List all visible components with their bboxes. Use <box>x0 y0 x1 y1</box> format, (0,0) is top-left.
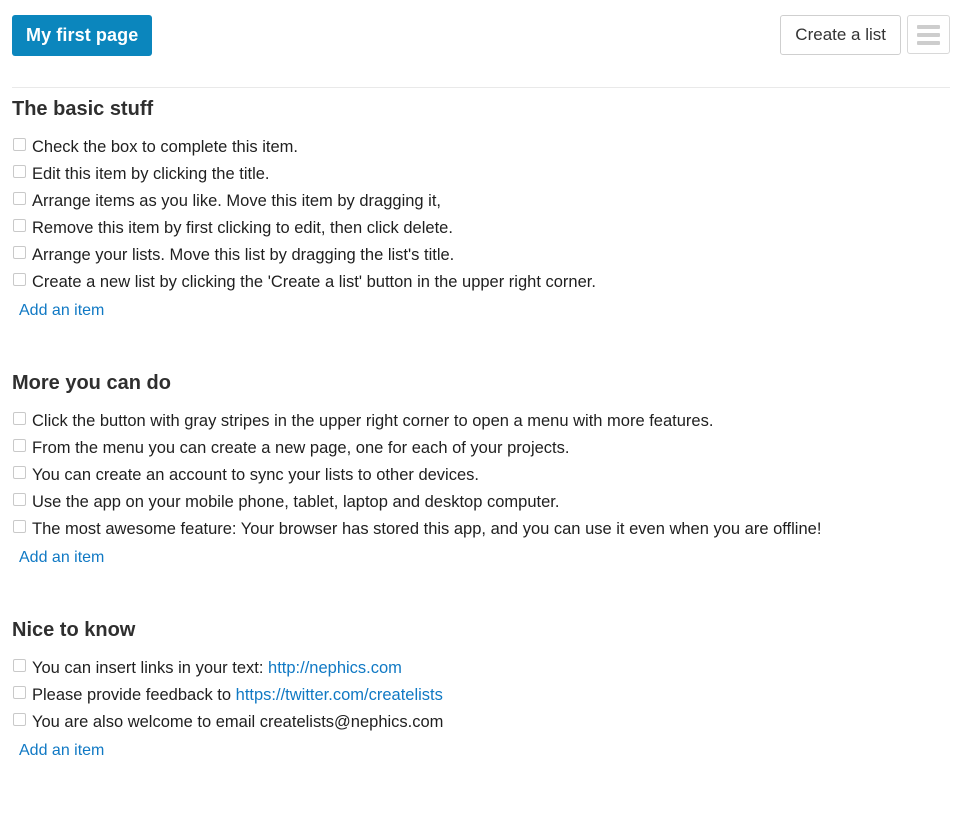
item-text-part: Please provide feedback to <box>32 686 236 704</box>
list-title[interactable]: The basic stuff <box>12 97 153 121</box>
item-checkbox[interactable] <box>13 219 26 232</box>
list-item: Arrange your lists. Move this list by dr… <box>0 242 964 269</box>
item-text-part: Arrange your lists. Move this list by dr… <box>32 246 455 264</box>
menu-bar-2 <box>917 32 940 37</box>
page-title-button[interactable]: My first page <box>12 15 153 56</box>
item-text-part: You are also welcome to email createlist… <box>32 713 444 731</box>
list-item: You are also welcome to email createlist… <box>0 709 964 736</box>
item-text[interactable]: You are also welcome to email createlist… <box>32 709 443 736</box>
item-text[interactable]: Remove this item by first clicking to ed… <box>32 215 453 242</box>
item-text[interactable]: Please provide feedback to https://twitt… <box>32 682 443 709</box>
list-item: You can create an account to sync your l… <box>0 462 964 489</box>
item-text-part: Use the app on your mobile phone, tablet… <box>32 493 560 511</box>
add-item-link[interactable]: Add an item <box>19 299 104 323</box>
item-text[interactable]: Use the app on your mobile phone, tablet… <box>32 489 559 516</box>
item-text[interactable]: You can insert links in your text: http:… <box>32 655 402 682</box>
item-checkbox[interactable] <box>13 520 26 533</box>
item-text[interactable]: Click the button with gray stripes in th… <box>32 408 713 435</box>
list-item: Check the box to complete this item. <box>0 134 964 161</box>
item-text-part: You can create an account to sync your l… <box>32 466 479 484</box>
item-text[interactable]: You can create an account to sync your l… <box>32 462 479 489</box>
list-item: Create a new list by clicking the 'Creat… <box>0 269 964 296</box>
item-checkbox[interactable] <box>13 165 26 178</box>
list-item: Arrange items as you like. Move this ite… <box>0 188 964 215</box>
list-item: Click the button with gray stripes in th… <box>0 408 964 435</box>
list-section: More you can do Click the button with gra… <box>0 371 964 570</box>
item-text[interactable]: Create a new list by clicking the 'Creat… <box>32 269 596 296</box>
item-text-part: Check the box to complete this item. <box>32 138 298 156</box>
item-text-part: From the menu you can create a new page,… <box>32 439 570 457</box>
item-text[interactable]: Edit this item by clicking the title. <box>32 161 270 188</box>
item-checkbox[interactable] <box>13 439 26 452</box>
item-text[interactable]: Arrange items as you like. Move this ite… <box>32 188 441 215</box>
item-link[interactable]: https://twitter.com/createlists <box>236 686 443 704</box>
header-divider <box>12 87 950 88</box>
item-link[interactable]: http://nephics.com <box>268 659 402 677</box>
header-actions: Create a list <box>780 15 950 55</box>
item-checkbox[interactable] <box>13 412 26 425</box>
item-checkbox[interactable] <box>13 273 26 286</box>
create-list-button[interactable]: Create a list <box>780 15 901 55</box>
list-item: Remove this item by first clicking to ed… <box>0 215 964 242</box>
page-header: My first page Create a list <box>0 0 964 88</box>
list-title[interactable]: More you can do <box>12 371 171 395</box>
item-checkbox[interactable] <box>13 192 26 205</box>
item-text[interactable]: Check the box to complete this item. <box>32 134 298 161</box>
item-text[interactable]: The most awesome feature: Your browser h… <box>32 516 821 543</box>
list-section: The basic stuff Check the box to complete… <box>0 97 964 323</box>
list-item: You can insert links in your text: http:… <box>0 655 964 682</box>
item-text-part: Edit this item by clicking the title. <box>32 165 270 183</box>
item-text-part: Click the button with gray stripes in th… <box>32 412 714 430</box>
item-text-part: Create a new list by clicking the 'Creat… <box>32 273 596 291</box>
item-checkbox[interactable] <box>13 686 26 699</box>
item-checkbox[interactable] <box>13 659 26 672</box>
add-item-link[interactable]: Add an item <box>19 739 104 763</box>
list-item: Edit this item by clicking the title. <box>0 161 964 188</box>
list-item: From the menu you can create a new page,… <box>0 435 964 462</box>
item-text-part: Remove this item by first clicking to ed… <box>32 219 453 237</box>
menu-bar-3 <box>917 40 940 45</box>
item-checkbox[interactable] <box>13 138 26 151</box>
hamburger-menu-icon[interactable] <box>907 15 950 54</box>
item-text[interactable]: Arrange your lists. Move this list by dr… <box>32 242 454 269</box>
list-item: The most awesome feature: Your browser h… <box>0 516 964 543</box>
item-checkbox[interactable] <box>13 246 26 259</box>
list-item: Use the app on your mobile phone, tablet… <box>0 489 964 516</box>
list-item: Please provide feedback to https://twitt… <box>0 682 964 709</box>
item-checkbox[interactable] <box>13 493 26 506</box>
item-text-part: Arrange items as you like. Move this ite… <box>32 192 442 210</box>
list-items: Click the button with gray stripes in th… <box>0 408 964 543</box>
add-item-link[interactable]: Add an item <box>19 546 104 570</box>
item-checkbox[interactable] <box>13 713 26 726</box>
item-checkbox[interactable] <box>13 466 26 479</box>
list-items: You can insert links in your text: http:… <box>0 655 964 736</box>
item-text[interactable]: From the menu you can create a new page,… <box>32 435 569 462</box>
item-text-part: You can insert links in your text: <box>32 659 269 677</box>
lists-container: The basic stuff Check the box to complete… <box>0 97 964 763</box>
list-title[interactable]: Nice to know <box>12 618 135 642</box>
list-section: Nice to know You can insert links in your… <box>0 618 964 763</box>
item-text-part: The most awesome feature: Your browser h… <box>32 520 822 538</box>
list-items: Check the box to complete this item. Edit… <box>0 134 964 296</box>
menu-bar-1 <box>917 24 940 29</box>
